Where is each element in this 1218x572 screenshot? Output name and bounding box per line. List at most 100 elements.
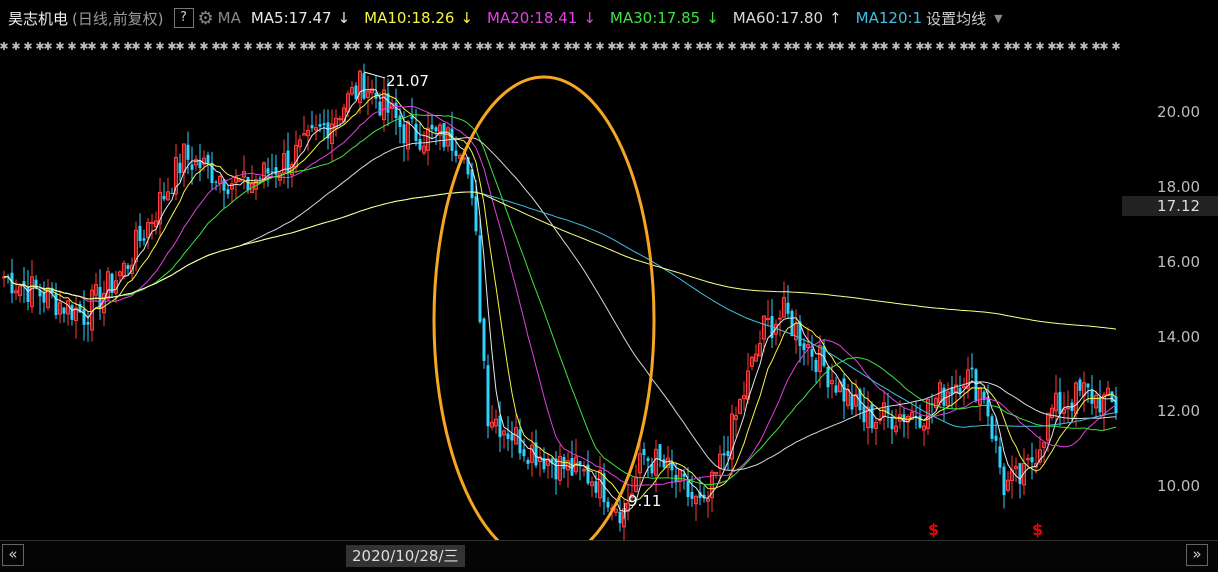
event-marker[interactable]: ✱	[979, 40, 988, 53]
event-marker[interactable]: ✱	[507, 40, 516, 53]
event-marker[interactable]: ✱	[615, 40, 624, 53]
event-marker[interactable]: ✱	[55, 40, 64, 53]
event-marker[interactable]: ✱	[539, 40, 548, 53]
signal-marker[interactable]: $	[928, 520, 939, 539]
event-marker[interactable]: ✱	[231, 40, 240, 53]
event-marker[interactable]: ✱	[747, 40, 756, 53]
event-marker[interactable]: ✱	[67, 40, 76, 53]
event-marker[interactable]: ✱	[967, 40, 976, 53]
event-marker[interactable]: ✱	[771, 40, 780, 53]
candle-body	[1066, 407, 1070, 410]
event-marker[interactable]: ✱	[263, 40, 272, 53]
event-marker[interactable]: ✱	[331, 40, 340, 53]
kline-chart[interactable]: ✱ ✱ ✱ ✱✱ ✱ ✱ ✱✱ ✱ ✱ ✱✱ ✱ ✱ ✱✱ ✱ ✱ ✱✱ ✱ ✱ ✱✱ ✱ ✱ ✱✱ ✱ ✱ ✱✱ ✱ ✱ ✱✱ ✱ ✱ ✱…	[0, 0, 1218, 540]
event-marker[interactable]: ✱	[1111, 40, 1120, 53]
event-marker[interactable]: ✱	[683, 40, 692, 53]
event-marker[interactable]: ✱	[319, 40, 328, 53]
event-marker[interactable]: ✱	[847, 40, 856, 53]
event-marker[interactable]: ✱	[935, 40, 944, 53]
event-marker[interactable]: ✱	[947, 40, 956, 53]
candle-body	[398, 115, 402, 127]
event-marker[interactable]: ✱	[671, 40, 680, 53]
event-marker[interactable]: ✱	[463, 40, 472, 53]
event-marker[interactable]: ✱	[815, 40, 824, 53]
event-marker[interactable]: ✱	[1035, 40, 1044, 53]
event-marker[interactable]: ✱	[175, 40, 184, 53]
event-marker[interactable]: ✱	[243, 40, 252, 53]
event-marker[interactable]: ✱	[703, 40, 712, 53]
event-marker[interactable]: ✱	[275, 40, 284, 53]
event-marker[interactable]: ✱	[155, 40, 164, 53]
event-marker[interactable]: ✱	[131, 40, 140, 53]
event-marker[interactable]: ✱	[727, 40, 736, 53]
event-marker[interactable]: ✱	[87, 40, 96, 53]
event-marker[interactable]: ✱	[99, 40, 108, 53]
candle-body	[686, 481, 690, 498]
event-marker[interactable]: ✱	[375, 40, 384, 53]
event-marker[interactable]: ✱	[835, 40, 844, 53]
candle-body	[170, 192, 174, 194]
event-marker[interactable]: ✱	[595, 40, 604, 53]
event-marker[interactable]: ✱	[1067, 40, 1076, 53]
event-marker[interactable]: ✱	[551, 40, 560, 53]
event-marker[interactable]: ✱	[571, 40, 580, 53]
event-marker[interactable]: ✱	[639, 40, 648, 53]
chevron-down-icon[interactable]: ▼	[994, 12, 1002, 25]
candle-body	[26, 286, 30, 302]
candle-body	[54, 293, 58, 316]
event-marker[interactable]: ✱	[859, 40, 868, 53]
event-marker[interactable]: ✱	[351, 40, 360, 53]
event-marker[interactable]: ✱	[407, 40, 416, 53]
event-marker[interactable]: ✱	[23, 40, 32, 53]
gear-icon[interactable]: ⚙	[198, 8, 214, 29]
event-marker[interactable]: ✱	[395, 40, 404, 53]
signal-marker[interactable]: $	[1032, 520, 1043, 539]
event-marker[interactable]: ✱	[363, 40, 372, 53]
event-marker[interactable]: ✱	[803, 40, 812, 53]
scroll-left-button[interactable]: «	[2, 544, 24, 566]
event-marker[interactable]: ✱	[451, 40, 460, 53]
event-marker[interactable]: ✱	[143, 40, 152, 53]
event-marker[interactable]: ✱	[1079, 40, 1088, 53]
event-marker[interactable]: ✱	[1023, 40, 1032, 53]
event-marker[interactable]: ✱	[11, 40, 20, 53]
scroll-right-button[interactable]: »	[1186, 544, 1208, 566]
event-marker[interactable]: ✱	[483, 40, 492, 53]
event-markers[interactable]: ✱ ✱ ✱ ✱✱ ✱ ✱ ✱✱ ✱ ✱ ✱✱ ✱ ✱ ✱✱ ✱ ✱ ✱✱ ✱ ✱ ✱✱ ✱ ✱ ✱✱ ✱ ✱ ✱✱ ✱ ✱ ✱✱ ✱ ✱ ✱…	[0, 40, 1121, 53]
event-marker[interactable]: ✱	[287, 40, 296, 53]
event-marker[interactable]: ✱	[187, 40, 196, 53]
event-marker[interactable]: ✱	[1099, 40, 1108, 53]
event-marker[interactable]: ✱	[0, 40, 9, 53]
event-marker[interactable]: ✱	[307, 40, 316, 53]
event-marker[interactable]: ✱	[759, 40, 768, 53]
event-marker[interactable]: ✱	[923, 40, 932, 53]
event-marker[interactable]: ✱	[583, 40, 592, 53]
candle-body	[970, 367, 974, 370]
candle-body	[518, 429, 522, 454]
event-marker[interactable]: ✱	[439, 40, 448, 53]
help-button[interactable]: ?	[173, 8, 194, 28]
event-marker[interactable]: ✱	[627, 40, 636, 53]
candle-body	[526, 460, 530, 464]
event-marker[interactable]: ✱	[419, 40, 428, 53]
event-marker[interactable]: ✱	[527, 40, 536, 53]
event-marker[interactable]: ✱	[891, 40, 900, 53]
candle-body	[642, 448, 646, 456]
candle-body	[378, 101, 382, 116]
event-marker[interactable]: ✱	[111, 40, 120, 53]
event-marker[interactable]: ✱	[791, 40, 800, 53]
event-marker[interactable]: ✱	[43, 40, 52, 53]
event-marker[interactable]: ✱	[903, 40, 912, 53]
ma5-value: MA5:17.47 ↓	[250, 9, 351, 27]
event-marker[interactable]: ✱	[715, 40, 724, 53]
event-marker[interactable]: ✱	[1011, 40, 1020, 53]
event-marker[interactable]: ✱	[991, 40, 1000, 53]
event-marker[interactable]: ✱	[199, 40, 208, 53]
event-marker[interactable]: ✱	[1055, 40, 1064, 53]
ma-settings-button[interactable]: 设置均线	[926, 8, 986, 29]
event-marker[interactable]: ✱	[879, 40, 888, 53]
event-marker[interactable]: ✱	[495, 40, 504, 53]
event-marker[interactable]: ✱	[659, 40, 668, 53]
event-marker[interactable]: ✱	[219, 40, 228, 53]
stock-name[interactable]: 昊志机电	[8, 8, 68, 29]
